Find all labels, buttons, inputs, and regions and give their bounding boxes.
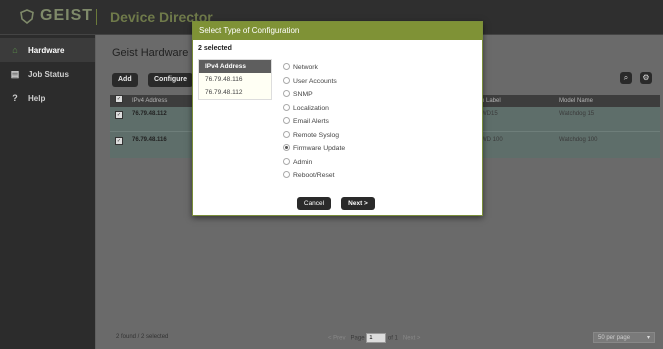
- select-all-checkbox[interactable]: ✓: [115, 95, 123, 103]
- selected-ip-list: IPv4 Address 76.79.48.116 76.79.48.112: [198, 59, 272, 100]
- sidebar-item-label: Help: [28, 94, 46, 103]
- page-label: Page: [350, 335, 365, 342]
- pagination: < Prev Page of 1 Next >: [328, 333, 420, 343]
- radio-button[interactable]: [283, 63, 290, 70]
- next-page-link[interactable]: Next >: [403, 336, 421, 342]
- option-firmware-update[interactable]: Firmware Update: [283, 142, 345, 156]
- row-model: Watchdog 100: [559, 137, 598, 143]
- title-separator: [96, 9, 97, 25]
- option-label: Network: [293, 64, 318, 71]
- configuration-dialog: Select Type of Configuration 2 selected …: [192, 21, 483, 216]
- row-label: WD15: [481, 111, 498, 117]
- ip-list-header: IPv4 Address: [199, 60, 271, 73]
- radio-button[interactable]: [283, 157, 290, 165]
- option-admin[interactable]: Admin: [283, 156, 345, 170]
- option-email-alerts[interactable]: Email Alerts: [283, 115, 345, 129]
- radio-button-selected[interactable]: [283, 144, 290, 151]
- per-page-value: 50 per page: [598, 335, 631, 341]
- radio-button[interactable]: [283, 171, 290, 178]
- option-network[interactable]: Network: [283, 61, 345, 75]
- sidebar-item-label: Job Status: [28, 70, 69, 79]
- option-label: Localization: [293, 104, 329, 112]
- result-count: 2 found / 2 selected: [116, 334, 169, 340]
- next-button[interactable]: Next >: [341, 197, 375, 210]
- option-label: Email Alerts: [293, 118, 329, 125]
- option-label: Remote Syslog: [293, 131, 340, 139]
- option-label: Admin: [293, 158, 313, 166]
- clipboard-icon: ▤: [10, 69, 20, 79]
- option-localization[interactable]: Localization: [283, 102, 345, 116]
- geist-logo[interactable]: GEIST: [20, 7, 93, 25]
- home-icon: ⌂: [12, 45, 18, 55]
- radio-button[interactable]: [283, 117, 290, 124]
- logo-text: GEIST: [40, 7, 94, 24]
- radio-button[interactable]: [283, 103, 290, 111]
- radio-button[interactable]: [283, 76, 290, 84]
- row-model: Watchdog 15: [559, 111, 595, 117]
- radio-button[interactable]: [283, 90, 290, 97]
- chevron-down-icon: ▾: [646, 335, 650, 341]
- shield-logo-icon: [20, 8, 34, 24]
- cancel-button[interactable]: Cancel: [297, 197, 331, 210]
- option-label: SNMP: [293, 91, 313, 98]
- radio-button[interactable]: [283, 130, 290, 138]
- per-page-select[interactable]: 50 per page ▾: [593, 332, 655, 343]
- column-header-ipv4[interactable]: IPv4 Address: [132, 95, 167, 107]
- row-ip: 76.79.48.112: [132, 111, 167, 117]
- sidebar-item-label: Hardware: [28, 46, 65, 55]
- question-icon: ?: [12, 93, 18, 103]
- add-button[interactable]: Add: [112, 73, 138, 87]
- row-ip: 76.79.48.116: [132, 137, 167, 143]
- page-of: of 1: [387, 335, 398, 342]
- option-snmp[interactable]: SNMP: [283, 88, 345, 102]
- option-label: Reboot/Reset: [293, 172, 335, 179]
- row-label: WD 100: [481, 137, 503, 143]
- search-icon[interactable]: ⌕: [620, 72, 632, 84]
- column-header-label[interactable]: n Label: [481, 95, 501, 107]
- sidebar-item-hardware[interactable]: ⌂ Hardware: [0, 38, 95, 62]
- ip-list-item: 76.79.48.116: [205, 76, 243, 83]
- selected-count: 2 selected: [198, 45, 232, 52]
- option-reboot-reset[interactable]: Reboot/Reset: [283, 169, 345, 183]
- option-label: Firmware Update: [293, 145, 346, 152]
- ip-list-item: 76.79.48.112: [205, 89, 243, 96]
- sidebar-item-job-status[interactable]: ▤ Job Status: [0, 62, 95, 86]
- row-checkbox[interactable]: ✓: [115, 111, 123, 119]
- config-type-options: Network User Accounts SNMP Localization …: [283, 61, 345, 183]
- sidebar: ⌂ Hardware ▤ Job Status ? Help: [0, 35, 95, 349]
- page-input[interactable]: [366, 333, 387, 343]
- row-checkbox[interactable]: ✓: [115, 137, 123, 145]
- prev-page-link[interactable]: < Prev: [328, 336, 346, 342]
- page-title: Geist Hardware: [112, 47, 189, 59]
- option-label: User Accounts: [293, 77, 337, 85]
- option-user-accounts[interactable]: User Accounts: [283, 75, 345, 89]
- configure-button[interactable]: Configure: [148, 73, 194, 87]
- option-remote-syslog[interactable]: Remote Syslog: [283, 129, 345, 143]
- sidebar-item-help[interactable]: ? Help: [0, 86, 95, 110]
- dialog-title: Select Type of Configuration: [193, 22, 482, 40]
- column-header-model[interactable]: Model Name: [559, 95, 593, 107]
- settings-gear-icon[interactable]: ⚙: [640, 72, 652, 84]
